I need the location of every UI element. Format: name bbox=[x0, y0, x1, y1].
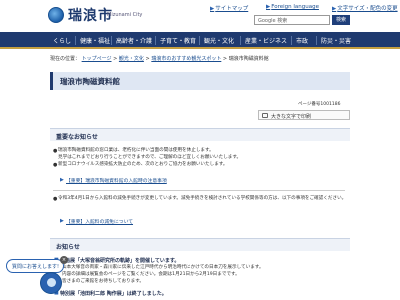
breadcrumb-item-home[interactable]: トップページ bbox=[82, 56, 112, 62]
visit-rules-link[interactable]: 【重要】瑞浪市陶磁資料館の入館時の注意事項 bbox=[66, 177, 167, 184]
search-input[interactable]: Google 検索 bbox=[254, 15, 330, 25]
search-button[interactable]: 検索 bbox=[332, 15, 350, 25]
site-header: 瑞浪市 Mizunami City ▶サイトマップ ▶Foreign langu… bbox=[0, 0, 400, 32]
nav-item-business[interactable]: 産業・ビジネス bbox=[245, 36, 287, 45]
sitemap-link[interactable]: ▶サイトマップ bbox=[210, 4, 248, 12]
nav-item-education[interactable]: 子育て・教育 bbox=[160, 36, 196, 45]
news-heading: お知らせ bbox=[50, 238, 350, 251]
arrow-right-icon: ▶ bbox=[266, 4, 271, 10]
text-size-color-link[interactable]: ▶文字サイズ・配色の変更 bbox=[332, 4, 398, 12]
utility-links: ▶サイトマップ ▶Foreign language ▶文字サイズ・配色の変更 bbox=[200, 4, 400, 14]
bullet-icon: ● bbox=[53, 148, 58, 154]
arrow-right-icon: ▶ bbox=[332, 6, 337, 12]
close-icon[interactable]: × bbox=[60, 256, 68, 264]
arrow-right-icon: ▶ bbox=[210, 6, 215, 12]
bullet-icon: ● bbox=[53, 196, 58, 202]
nav-separator bbox=[75, 36, 76, 45]
news-text: 山本大塚音の両家・森川家に伝来した江戸時代から明治時代にかけての日本刀を展示して… bbox=[62, 265, 264, 270]
notice-text: 瑞浪市陶磁資料館の窓ロ業は、老朽化に伴い当面の間は使用を休止します。 bbox=[58, 148, 214, 153]
breadcrumb-item-tourism[interactable]: 観光・文化 bbox=[119, 56, 144, 62]
breadcrumb-prefix: 現在の位置： bbox=[50, 56, 81, 62]
nav-item-health[interactable]: 健康・福祉 bbox=[80, 36, 110, 45]
divider bbox=[53, 190, 345, 191]
printer-icon bbox=[262, 113, 268, 118]
nav-separator bbox=[111, 36, 112, 45]
nav-item-disaster[interactable]: 防災・災害 bbox=[321, 36, 351, 45]
news-text: 内容の詳細は展覧会のページをご覧ください。会期は1月21日から2月19日までです… bbox=[62, 272, 240, 277]
site-logo-subtitle: Mizunami City bbox=[107, 12, 143, 18]
breadcrumb: 現在の位置： トップページ > 観光・文化 > 瑞浪市のおすすめ観光スポット >… bbox=[50, 55, 380, 63]
bullet-icon: ● bbox=[53, 162, 58, 168]
chatbot-avatar-icon[interactable] bbox=[40, 272, 62, 294]
breadcrumb-item-spots[interactable]: 瑞浪市のおすすめ観光スポット bbox=[151, 56, 221, 62]
notice-text: 見学はこれまでどおり行うことができますので、ご理解のほど宜しくお願いいたします。 bbox=[58, 155, 242, 160]
arrow-right-icon: ▶ bbox=[60, 177, 64, 183]
notice-text: 令和3年4月1日から入館料の減免手続きが変更しています。減免手続きを検討されてい… bbox=[58, 196, 347, 201]
breadcrumb-separator: > bbox=[113, 56, 118, 62]
nav-item-living[interactable]: くらし bbox=[53, 36, 71, 45]
arrow-right-icon: ▶ bbox=[60, 218, 64, 224]
nav-item-elderly[interactable]: 高齢者・介護 bbox=[116, 36, 152, 45]
page-title: 瑞浪市陶磁資料館 bbox=[60, 77, 120, 86]
nav-separator bbox=[240, 36, 241, 45]
foreign-language-label: Foreign language bbox=[271, 4, 319, 10]
city-emblem-icon[interactable] bbox=[48, 7, 64, 23]
nav-item-city[interactable]: 市政 bbox=[296, 36, 308, 45]
important-notice-heading: 重要なお知らせ bbox=[50, 128, 350, 141]
global-navigation: くらし 健康・福祉 高齢者・介護 子育て・教育 観光・文化 産業・ビジネス 市政… bbox=[0, 32, 400, 49]
nav-separator bbox=[316, 36, 317, 45]
chatbot-bubble[interactable]: 質問にお答えします! bbox=[6, 259, 64, 273]
sitemap-link-label: サイトマップ bbox=[215, 6, 249, 12]
news-item-title: 企画展「大塚音翁研究所の軌跡」を開催しています。 bbox=[60, 258, 180, 264]
nav-separator bbox=[155, 36, 156, 45]
fee-reduction-link[interactable]: 【重要】入館料の減免について bbox=[66, 218, 133, 225]
print-large-text-button[interactable]: 大きな文字で印刷 bbox=[258, 110, 350, 120]
important-notice-title: 重要なお知らせ bbox=[56, 134, 98, 141]
news-text: 皆さまのご来館をお待ちしております。 bbox=[62, 279, 144, 284]
print-large-text-label: 大きな文字で印刷 bbox=[271, 114, 312, 120]
foreign-language-link[interactable]: ▶Foreign language bbox=[266, 4, 319, 10]
page-id: ページ番号1001186 bbox=[298, 102, 341, 107]
breadcrumb-separator: > bbox=[145, 56, 150, 62]
news-item-title: 特別展「池田利二郎 陶作展」は終了しました。 bbox=[60, 291, 167, 297]
breadcrumb-item-current: 瑞浪市陶磁資料館 bbox=[228, 56, 269, 62]
nav-separator bbox=[291, 36, 292, 45]
page-title-bar: 瑞浪市陶磁資料館 bbox=[50, 72, 350, 90]
nav-item-tourism[interactable]: 観光・文化 bbox=[204, 36, 234, 45]
notice-text: 新型コロナウイルス感染拡大防止のため、次のとおりご協力をお願いいたします。 bbox=[58, 162, 228, 167]
news-title: お知らせ bbox=[56, 244, 80, 251]
nav-separator bbox=[199, 36, 200, 45]
breadcrumb-separator: > bbox=[222, 56, 228, 62]
text-size-color-label: 文字サイズ・配色の変更 bbox=[337, 6, 398, 12]
